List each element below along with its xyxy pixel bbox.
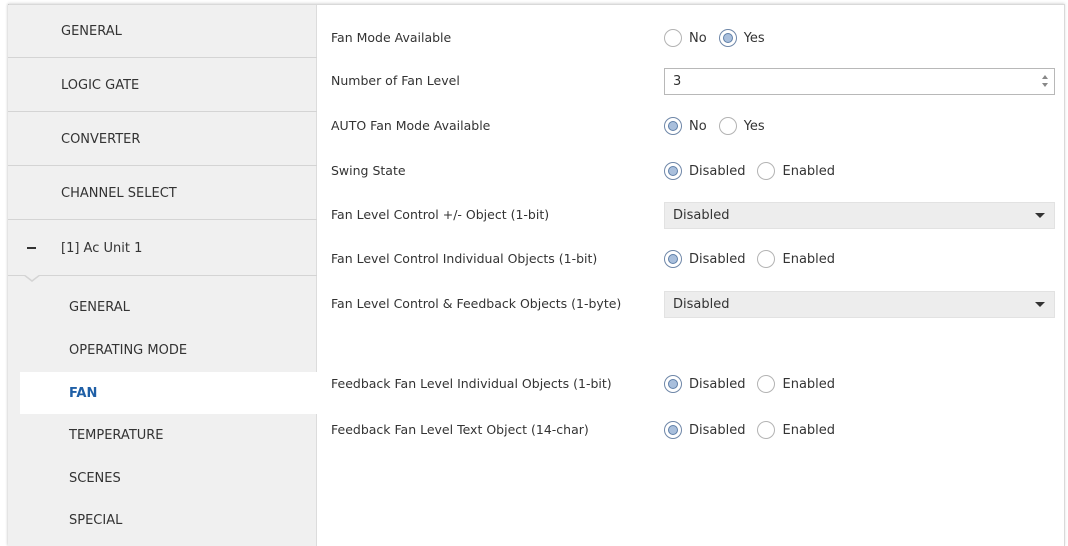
sidebar-subitem-temperature[interactable]: TEMPERATURE <box>8 414 317 456</box>
radio-label: Disabled <box>689 422 746 438</box>
radio-enabled[interactable]: Enabled <box>757 375 835 393</box>
radio-button[interactable] <box>757 375 776 393</box>
radio-label: Enabled <box>782 251 836 267</box>
dropdown-arrow-icon[interactable] <box>1035 213 1045 218</box>
radio-label: Enabled <box>782 163 836 179</box>
param-fan-level-control-feedback-1byte: Fan Level Control & Feedback Objects (1-… <box>318 285 1064 323</box>
radio-button-selected[interactable] <box>664 250 682 268</box>
radio-group: Disabled Enabled <box>664 411 847 449</box>
radio-button[interactable] <box>757 162 776 180</box>
sidebar: GENERAL LOGIC GATE CONVERTER CHANNEL SEL… <box>8 5 318 546</box>
radio-label: Disabled <box>689 376 746 392</box>
sidebar-subitem-general[interactable]: GENERAL <box>8 286 317 328</box>
sidebar-subitem-operating-mode[interactable]: OPERATING MODE <box>8 329 317 371</box>
sidebar-item-label: CHANNEL SELECT <box>61 185 177 201</box>
sidebar-subitem-fan[interactable]: FAN <box>20 372 318 414</box>
collapse-minus-icon[interactable] <box>27 247 36 249</box>
radio-label: No <box>689 30 707 46</box>
radio-no[interactable]: No <box>664 29 707 47</box>
spinbox-value: 3 <box>673 74 682 89</box>
param-feedback-fan-level-text: Feedback Fan Level Text Object (14-char)… <box>318 411 1064 449</box>
param-label: Fan Level Control Individual Objects (1-… <box>331 251 598 266</box>
sidebar-group-ac-unit-1[interactable]: [1] Ac Unit 1 <box>8 222 317 275</box>
radio-label: Enabled <box>782 376 836 392</box>
radio-button[interactable] <box>757 250 776 268</box>
sidebar-subitem-special[interactable]: SPECIAL <box>8 499 317 541</box>
expanded-notch-fill <box>24 274 40 280</box>
select-value: Disabled <box>673 208 730 223</box>
fan-level-control-plus-minus-select[interactable]: Disabled <box>664 202 1055 229</box>
radio-disabled[interactable]: Disabled <box>664 421 745 439</box>
radio-button-selected[interactable] <box>718 29 737 47</box>
sidebar-item-label: LOGIC GATE <box>61 77 140 93</box>
sidebar-item-channel-select[interactable]: CHANNEL SELECT <box>8 167 317 220</box>
sidebar-subitem-label: SPECIAL <box>69 512 123 528</box>
param-label: Swing State <box>331 163 406 178</box>
sidebar-item-label: CONVERTER <box>61 131 141 147</box>
radio-button-selected[interactable] <box>664 117 682 135</box>
radio-label: Disabled <box>689 251 746 267</box>
param-fan-level-control-plus-minus: Fan Level Control +/- Object (1-bit) Dis… <box>318 196 1064 234</box>
param-number-of-fan-level: Number of Fan Level 3 <box>318 62 1064 100</box>
sidebar-subitem-label: FAN <box>69 385 98 401</box>
param-label: AUTO Fan Mode Available <box>331 118 491 133</box>
radio-yes[interactable]: Yes <box>718 29 765 47</box>
radio-enabled[interactable]: Enabled <box>757 421 835 439</box>
radio-enabled[interactable]: Enabled <box>757 162 835 180</box>
param-label: Fan Level Control & Feedback Objects (1-… <box>331 296 622 311</box>
param-label: Feedback Fan Level Individual Objects (1… <box>331 376 612 391</box>
sidebar-group-label: [1] Ac Unit 1 <box>61 241 143 256</box>
radio-button-selected[interactable] <box>664 162 682 180</box>
param-label: Fan Level Control +/- Object (1-bit) <box>331 207 550 222</box>
radio-button[interactable] <box>757 421 776 439</box>
param-fan-mode-available: Fan Mode Available No Yes <box>318 19 1064 57</box>
sidebar-item-general[interactable]: GENERAL <box>8 5 317 58</box>
sidebar-subitem-label: TEMPERATURE <box>69 427 164 443</box>
param-fan-level-control-individual: Fan Level Control Individual Objects (1-… <box>318 240 1064 278</box>
param-auto-fan-mode-available: AUTO Fan Mode Available No Yes <box>318 107 1064 145</box>
radio-label: Disabled <box>689 163 746 179</box>
sidebar-subitem-label: SCENES <box>69 470 121 486</box>
radio-group: No Yes <box>664 107 777 145</box>
radio-label: Yes <box>743 30 765 46</box>
param-swing-state: Swing State Disabled Enabled <box>318 152 1064 190</box>
group-divider <box>8 275 317 276</box>
radio-label: Yes <box>743 118 765 134</box>
radio-button-selected[interactable] <box>664 375 682 393</box>
spin-up-icon[interactable] <box>1042 75 1048 79</box>
select-value: Disabled <box>673 297 730 312</box>
param-label: Fan Mode Available <box>331 30 452 45</box>
radio-label: Enabled <box>782 422 836 438</box>
param-feedback-fan-level-individual: Feedback Fan Level Individual Objects (1… <box>318 365 1064 403</box>
sidebar-item-label: GENERAL <box>61 23 122 39</box>
radio-group: No Yes <box>664 19 777 57</box>
radio-group: Disabled Enabled <box>664 365 847 403</box>
radio-disabled[interactable]: Disabled <box>664 375 745 393</box>
radio-button[interactable] <box>718 117 737 135</box>
sidebar-item-converter[interactable]: CONVERTER <box>8 113 317 166</box>
fan-level-spinbox[interactable]: 3 <box>664 68 1055 95</box>
sidebar-subitem-label: OPERATING MODE <box>69 342 188 358</box>
sidebar-subitem-label: GENERAL <box>69 299 130 315</box>
fan-level-control-feedback-select[interactable]: Disabled <box>664 291 1055 318</box>
radio-label: No <box>689 118 707 134</box>
sidebar-subitem-scenes[interactable]: SCENES <box>8 457 317 499</box>
radio-button-selected[interactable] <box>664 421 682 439</box>
spin-down-icon[interactable] <box>1042 83 1048 87</box>
param-label: Feedback Fan Level Text Object (14-char) <box>331 422 589 437</box>
radio-disabled[interactable]: Disabled <box>664 162 745 180</box>
radio-yes[interactable]: Yes <box>718 117 765 135</box>
radio-group: Disabled Enabled <box>664 240 847 278</box>
parameter-panel: Fan Mode Available No Yes Number of Fan … <box>318 5 1064 546</box>
sidebar-item-logic-gate[interactable]: LOGIC GATE <box>8 59 317 112</box>
param-label: Number of Fan Level <box>331 73 460 88</box>
radio-disabled[interactable]: Disabled <box>664 250 745 268</box>
radio-no[interactable]: No <box>664 117 707 135</box>
radio-button[interactable] <box>664 29 682 47</box>
dropdown-arrow-icon[interactable] <box>1035 302 1045 307</box>
radio-group: Disabled Enabled <box>664 152 847 190</box>
radio-enabled[interactable]: Enabled <box>757 250 835 268</box>
